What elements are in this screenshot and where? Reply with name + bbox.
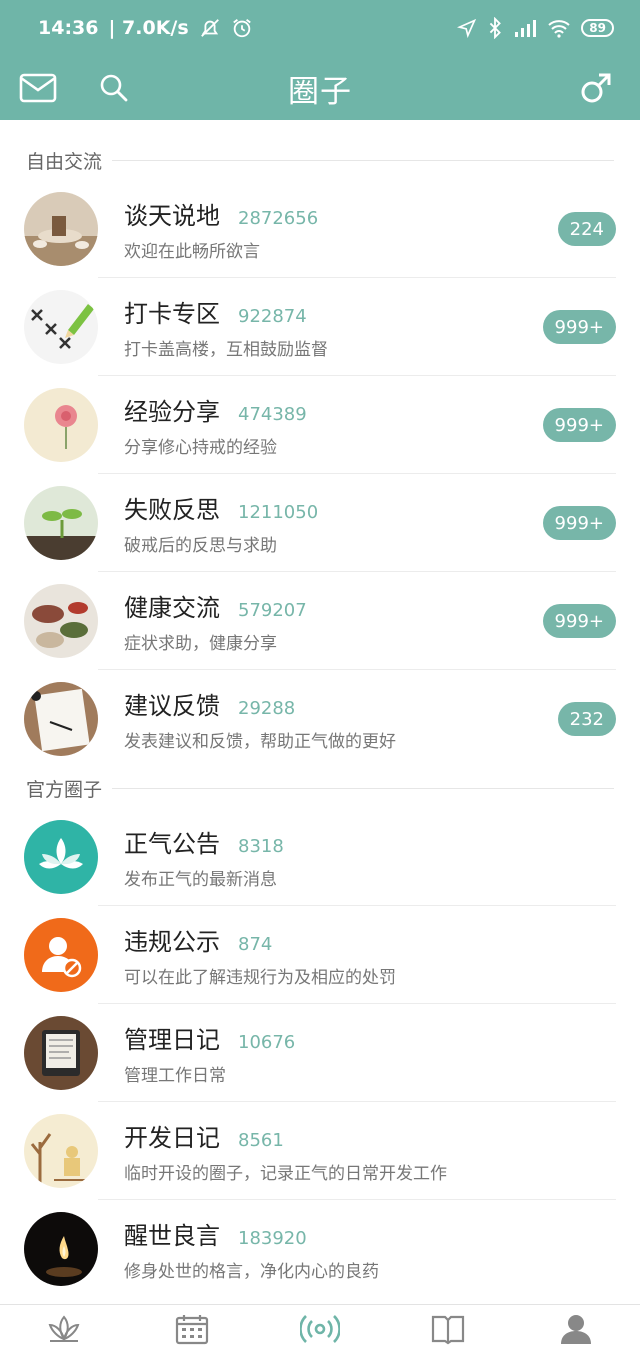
circle-avatar bbox=[24, 918, 98, 992]
circle-member-count: 8561 bbox=[238, 1130, 284, 1151]
app-bar: 圈子 bbox=[0, 56, 640, 120]
circle-item[interactable]: 开发日记 8561 临时开设的圈子，记录正气的日常开发工作 bbox=[0, 1102, 640, 1200]
nav-home[interactable] bbox=[44, 1309, 84, 1349]
bottom-navigation bbox=[0, 1304, 640, 1352]
circle-description: 欢迎在此畅所欲言 bbox=[124, 242, 260, 262]
unread-badge: 999+ bbox=[542, 604, 616, 638]
circle-description: 破戒后的反思与求助 bbox=[124, 536, 277, 556]
signal-icon bbox=[515, 20, 537, 37]
circle-avatar bbox=[24, 1114, 98, 1188]
status-bar: 14:36 | 7.0K/s 89 bbox=[0, 0, 640, 56]
wifi-icon bbox=[548, 20, 570, 38]
gender-button[interactable] bbox=[576, 68, 616, 108]
circle-item[interactable]: 失败反思 1211050 破戒后的反思与求助 999+ bbox=[0, 474, 640, 572]
circle-avatar bbox=[24, 1212, 98, 1286]
circle-description: 打卡盖高楼，互相鼓励监督 bbox=[124, 340, 328, 360]
circle-name: 失败反思 bbox=[124, 496, 220, 524]
circle-avatar bbox=[24, 290, 98, 364]
circle-avatar bbox=[24, 1016, 98, 1090]
search-button[interactable] bbox=[94, 68, 134, 108]
circle-member-count: 10676 bbox=[238, 1032, 296, 1053]
circle-name: 违规公示 bbox=[124, 928, 220, 956]
circle-item[interactable]: 管理日记 10676 管理工作日常 bbox=[0, 1004, 640, 1102]
circle-description: 发表建议和反馈，帮助正气做的更好 bbox=[124, 732, 396, 752]
free-talk-list: 谈天说地 2872656 欢迎在此畅所欲言 224 打卡专区 922874 打卡… bbox=[0, 180, 640, 768]
circle-name: 建议反馈 bbox=[124, 692, 220, 720]
mail-button[interactable] bbox=[18, 68, 58, 108]
circle-name: 经验分享 bbox=[124, 398, 220, 426]
section-title: 官方圈子 bbox=[26, 774, 113, 802]
battery-indicator: 89 bbox=[581, 19, 614, 37]
male-symbol-icon bbox=[581, 73, 611, 103]
circle-name: 健康交流 bbox=[124, 594, 220, 622]
circle-item[interactable]: 建议反馈 29288 发表建议和反馈，帮助正气做的更好 232 bbox=[0, 670, 640, 768]
unread-badge: 999+ bbox=[542, 310, 616, 344]
search-icon bbox=[100, 74, 128, 102]
broadcast-icon bbox=[300, 1314, 340, 1343]
circle-member-count: 579207 bbox=[238, 600, 307, 621]
status-network-speed: | 7.0K/s bbox=[108, 17, 189, 39]
section-title: 自由交流 bbox=[26, 146, 113, 174]
circle-avatar bbox=[24, 820, 98, 894]
circle-member-count: 2872656 bbox=[238, 208, 319, 229]
circle-item[interactable]: 经验分享 474389 分享修心持戒的经验 999+ bbox=[0, 376, 640, 474]
nav-library[interactable] bbox=[428, 1309, 468, 1349]
nav-circles[interactable] bbox=[300, 1309, 340, 1349]
unread-badge: 224 bbox=[557, 212, 616, 246]
circle-member-count: 183920 bbox=[238, 1228, 307, 1249]
location-icon bbox=[457, 18, 477, 38]
circle-item[interactable]: 醒世良言 183920 修身处世的格言，净化内心的良药 bbox=[0, 1200, 640, 1298]
circle-avatar bbox=[24, 584, 98, 658]
official-list: 正气公告 8318 发布正气的最新消息 违规公示 874 可以在此了解违规行为及… bbox=[0, 808, 640, 1298]
bluetooth-icon bbox=[490, 17, 502, 39]
circle-description: 临时开设的圈子，记录正气的日常开发工作 bbox=[124, 1164, 447, 1184]
circle-name: 开发日记 bbox=[124, 1124, 220, 1152]
circle-description: 分享修心持戒的经验 bbox=[124, 438, 277, 458]
unread-badge: 999+ bbox=[542, 408, 616, 442]
circle-name: 管理日记 bbox=[124, 1026, 220, 1054]
circle-item[interactable]: 正气公告 8318 发布正气的最新消息 bbox=[0, 808, 640, 906]
section-header-free-talk: 自由交流 bbox=[0, 140, 640, 180]
circle-name: 打卡专区 bbox=[124, 300, 220, 328]
circle-description: 管理工作日常 bbox=[124, 1066, 226, 1086]
circle-item[interactable]: 打卡专区 922874 打卡盖高楼，互相鼓励监督 999+ bbox=[0, 278, 640, 376]
circle-item[interactable]: 健康交流 579207 症状求助，健康分享 999+ bbox=[0, 572, 640, 670]
alarm-icon bbox=[232, 19, 251, 38]
circle-item[interactable]: 违规公示 874 可以在此了解违规行为及相应的处罚 bbox=[0, 906, 640, 1004]
circle-avatar bbox=[24, 486, 98, 560]
profile-icon bbox=[561, 1314, 591, 1344]
unread-badge: 232 bbox=[557, 702, 616, 736]
circle-item[interactable]: 谈天说地 2872656 欢迎在此畅所欲言 224 bbox=[0, 180, 640, 278]
status-time: 14:36 bbox=[38, 17, 99, 39]
circle-description: 发布正气的最新消息 bbox=[124, 870, 277, 890]
circle-member-count: 29288 bbox=[238, 698, 296, 719]
section-header-official: 官方圈子 bbox=[0, 768, 640, 808]
circle-member-count: 874 bbox=[238, 934, 273, 955]
circle-member-count: 8318 bbox=[238, 836, 284, 857]
lotus-icon bbox=[48, 1314, 80, 1342]
circle-description: 修身处世的格言，净化内心的良药 bbox=[124, 1262, 379, 1282]
circle-avatar bbox=[24, 192, 98, 266]
circle-description: 症状求助，健康分享 bbox=[124, 634, 277, 654]
circle-member-count: 474389 bbox=[238, 404, 307, 425]
circle-description: 可以在此了解违规行为及相应的处罚 bbox=[124, 968, 396, 988]
unread-badge: 999+ bbox=[542, 506, 616, 540]
circle-name: 谈天说地 bbox=[124, 202, 220, 230]
calendar-icon bbox=[175, 1314, 209, 1344]
book-icon bbox=[431, 1315, 465, 1344]
circle-avatar bbox=[24, 682, 98, 756]
circle-member-count: 922874 bbox=[238, 306, 307, 327]
circle-name: 醒世良言 bbox=[124, 1222, 220, 1250]
mail-icon bbox=[19, 73, 57, 103]
nav-calendar[interactable] bbox=[172, 1309, 212, 1349]
mute-icon bbox=[200, 19, 219, 37]
circle-avatar bbox=[24, 388, 98, 462]
nav-profile[interactable] bbox=[556, 1309, 596, 1349]
circle-name: 正气公告 bbox=[124, 830, 220, 858]
circle-member-count: 1211050 bbox=[238, 502, 319, 523]
